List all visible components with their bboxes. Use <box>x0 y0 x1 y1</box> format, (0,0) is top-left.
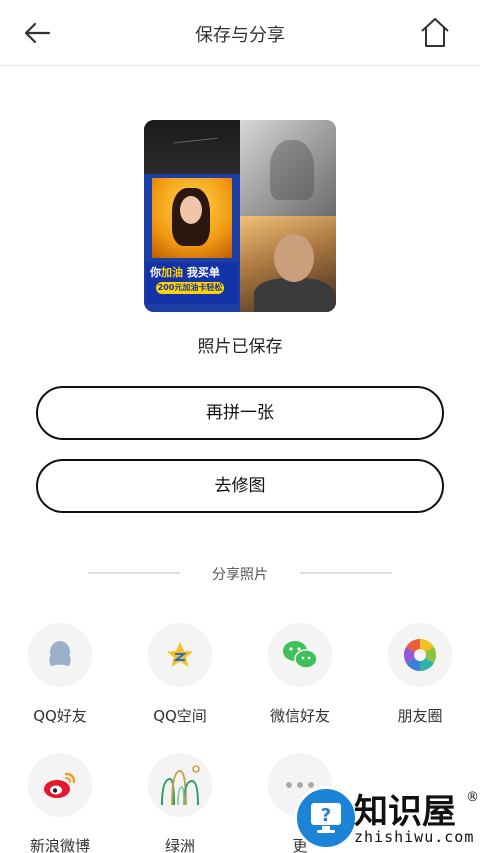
qq-icon <box>28 623 92 687</box>
collage-photo-1 <box>144 120 240 174</box>
page-title: 保存与分享 <box>195 25 285 46</box>
watermark-url: zhishiwu.com <box>354 828 475 846</box>
home-icon <box>421 18 449 47</box>
share-label: QQ好友 <box>33 707 87 725</box>
collage-photo-2 <box>240 120 336 216</box>
poster-headline: 你加油 我买单 <box>150 266 220 279</box>
share-qq-friend[interactable]: QQ好友 <box>10 623 110 726</box>
watermark-registered-mark: ® <box>466 790 479 805</box>
share-weibo[interactable]: 新浪微博 <box>10 753 110 853</box>
svg-text:?: ? <box>321 805 331 826</box>
watermark-name: 知识屋 <box>354 792 456 832</box>
edit-photo-button[interactable]: 去修图 <box>36 459 444 513</box>
collage-again-button[interactable]: 再拼一张 <box>36 386 444 440</box>
share-section-title: 分享照片 <box>212 567 268 583</box>
help-monitor-icon: ? <box>294 786 358 850</box>
top-bar: 保存与分享 <box>0 0 480 66</box>
saved-status-text: 照片已保存 <box>197 337 283 357</box>
site-watermark: ? 知识屋 ® zhishiwu.com <box>280 776 480 853</box>
oasis-icon <box>148 753 212 817</box>
share-label: 朋友圈 <box>397 707 443 725</box>
collage-photo-4 <box>240 216 336 312</box>
share-label: 绿洲 <box>164 837 195 853</box>
moments-aperture-icon <box>388 623 452 687</box>
weibo-icon <box>28 753 92 817</box>
home-button[interactable] <box>418 14 452 50</box>
collage-preview: 你加油 我买单 200元加油卡轻松拿 <box>144 120 336 312</box>
qzone-star-icon <box>148 623 212 687</box>
divider-right <box>300 572 392 574</box>
share-label: 微信好友 <box>269 707 330 725</box>
share-label: 新浪微博 <box>29 837 90 853</box>
share-label: QQ空间 <box>153 707 207 725</box>
wechat-icon <box>268 623 332 687</box>
share-oasis[interactable]: 绿洲 <box>130 753 230 853</box>
collage-photo-3: 你加油 我买单 200元加油卡轻松拿 <box>144 174 240 312</box>
share-moments[interactable]: 朋友圈 <box>370 623 470 726</box>
share-wechat-friend[interactable]: 微信好友 <box>250 623 350 726</box>
poster-subline: 200元加油卡轻松拿 <box>156 282 224 304</box>
share-qzone[interactable]: QQ空间 <box>130 623 230 726</box>
